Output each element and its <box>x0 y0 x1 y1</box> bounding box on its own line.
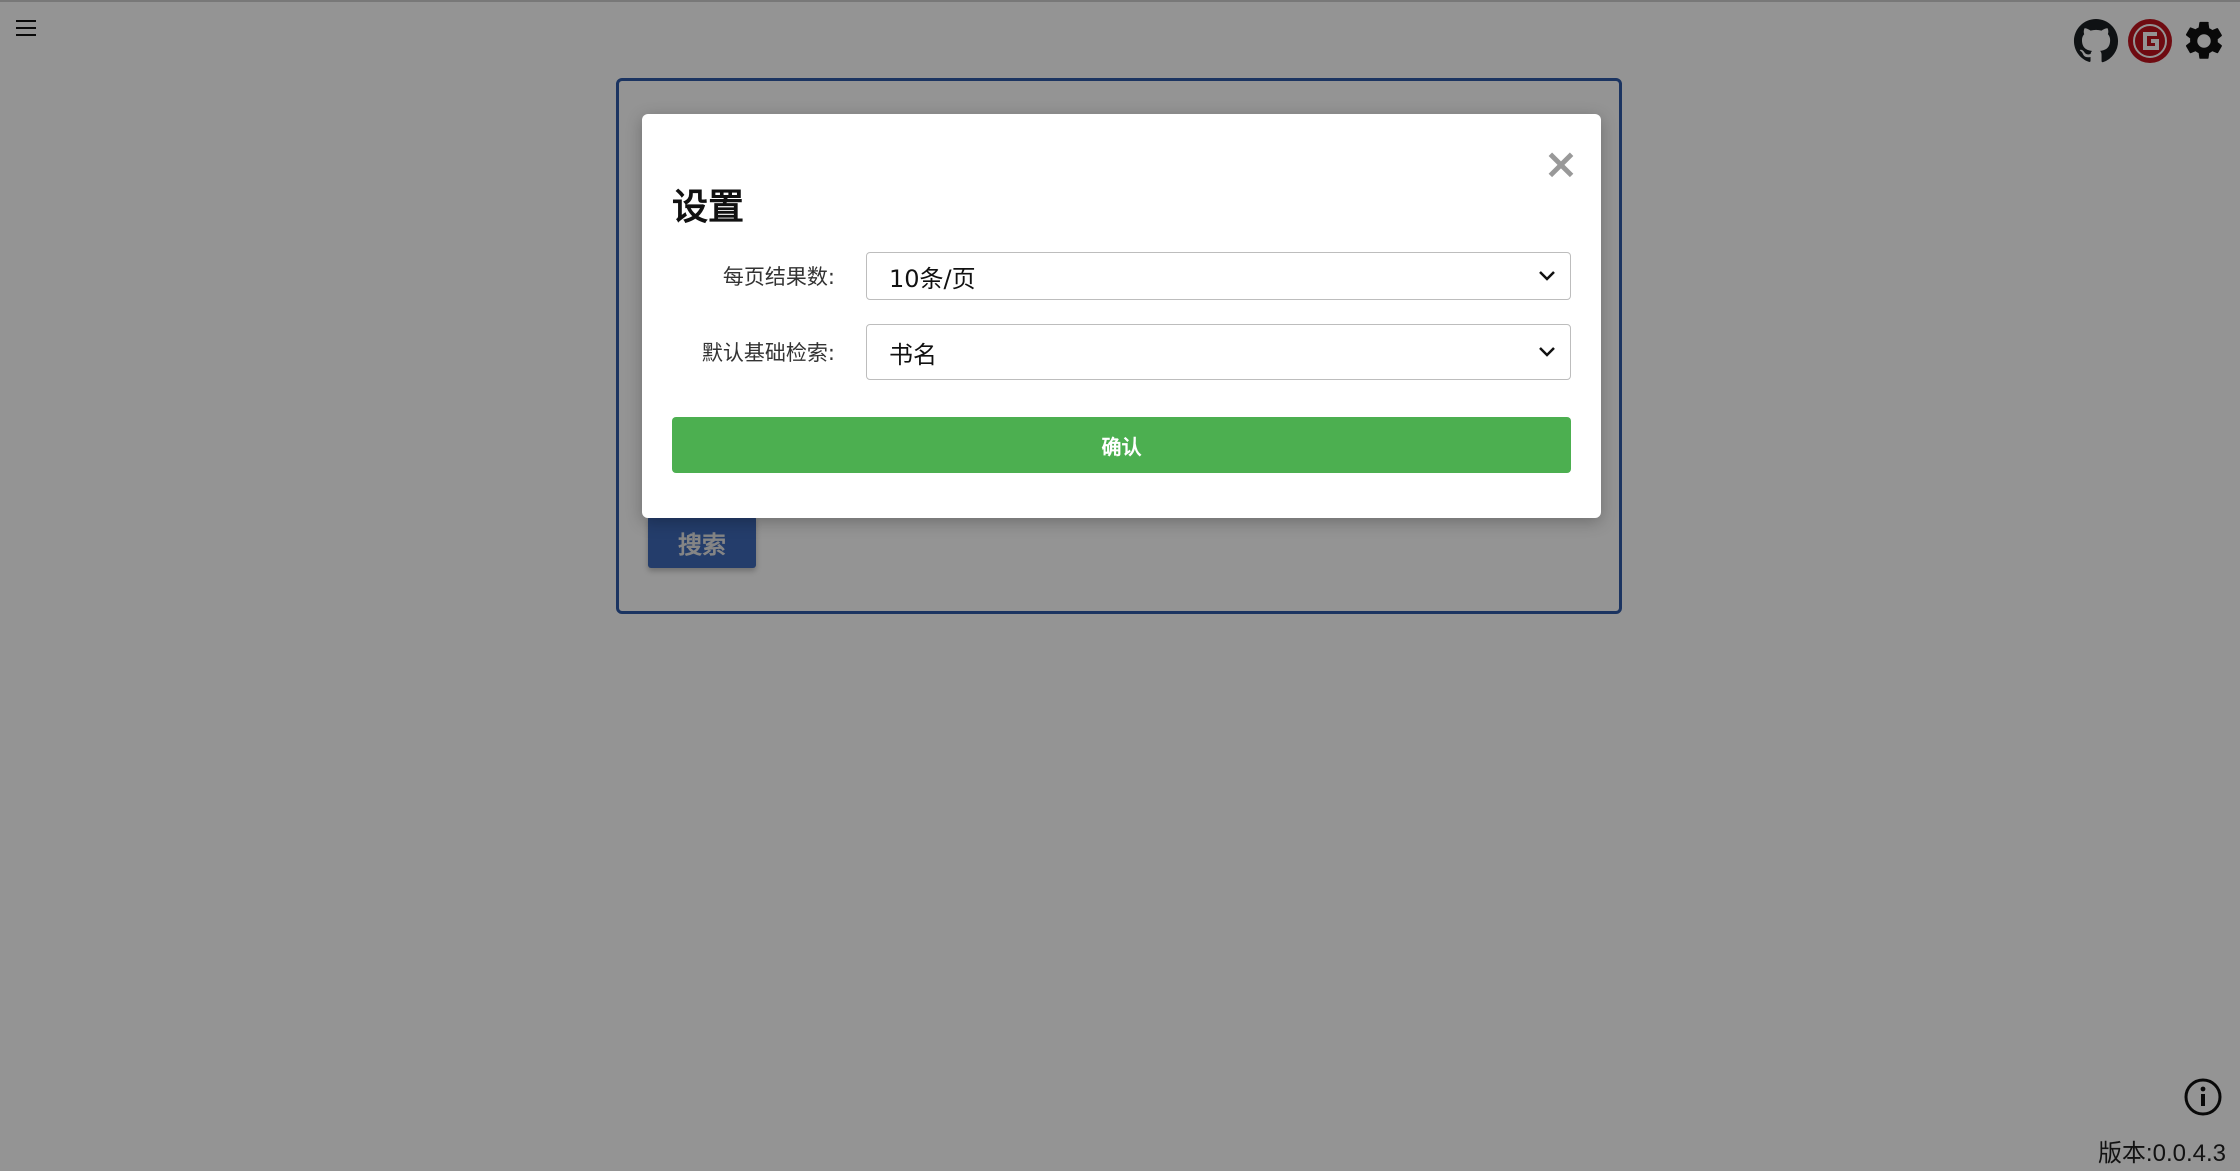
default-search-value: 书名 <box>889 340 937 369</box>
default-search-label: 默认基础检索: <box>701 341 835 365</box>
chevron-down-icon <box>1539 271 1555 281</box>
results-per-page-value: 10条/页 <box>889 264 976 293</box>
results-per-page-row: 每页结果数: 10条/页 <box>642 252 1601 300</box>
modal-title: 设置 <box>672 187 745 228</box>
close-icon[interactable]: × <box>1541 143 1581 185</box>
chevron-down-icon <box>1539 347 1555 357</box>
default-search-row: 默认基础检索: 书名 <box>642 324 1601 380</box>
results-per-page-select[interactable]: 10条/页 <box>866 252 1571 300</box>
settings-modal: × 设置 每页结果数: 10条/页 默认基础检索: 书名 确认 <box>642 114 1601 518</box>
default-search-select[interactable]: 书名 <box>866 324 1571 380</box>
confirm-button[interactable]: 确认 <box>672 417 1571 473</box>
results-per-page-label: 每页结果数: <box>722 265 835 289</box>
